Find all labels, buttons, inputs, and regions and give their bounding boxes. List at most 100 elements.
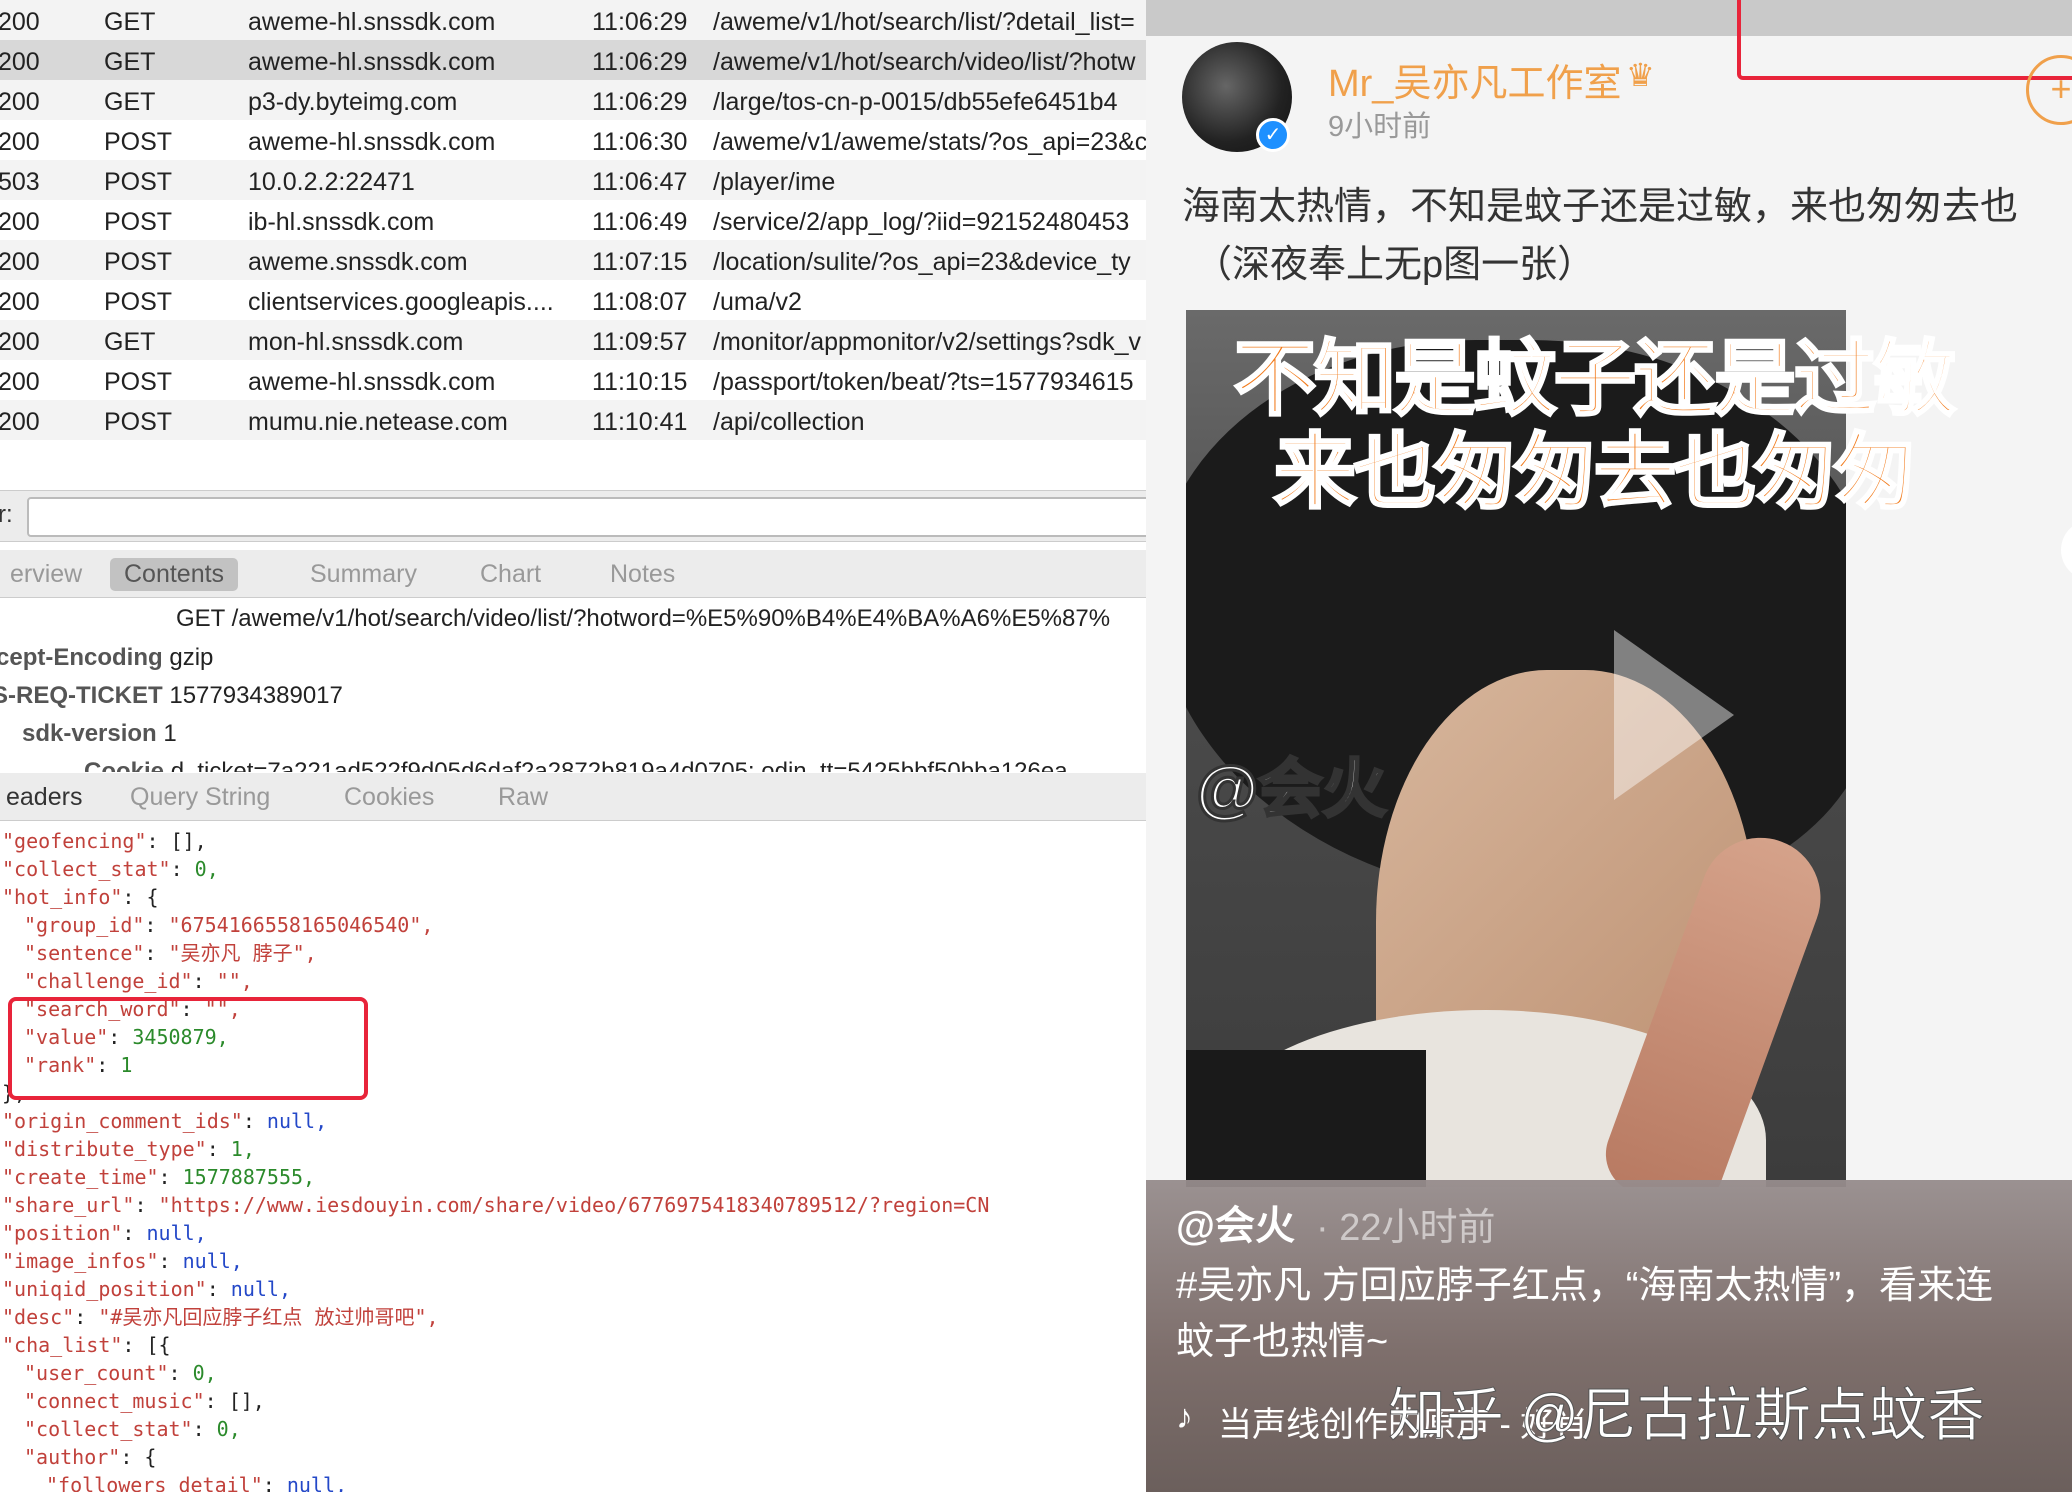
path-cell: /player/ime — [713, 168, 836, 196]
host-cell: clientservices.googleapis.... — [248, 288, 554, 316]
json-value: [{ — [146, 1333, 171, 1357]
table-row[interactable]: 200 POST ib-hl.snssdk.com 11:06:49/service/… — [0, 200, 1146, 240]
tab-raw[interactable]: Raw — [484, 781, 562, 814]
time-cell: 11:10:15 — [592, 368, 688, 396]
post-text-line: （深夜奉上无p图一张） — [1194, 244, 1596, 286]
json-value: 0, — [216, 1417, 241, 1441]
header-key: Cookie — [84, 758, 165, 772]
json-key: "collect_stat" — [24, 1417, 193, 1441]
photo-overlay-text: 来也匆匆去也匆匆 — [1272, 426, 1917, 520]
path-cell: /aweme/v1/aweme/stats/?os_api=23&c — [713, 128, 1146, 156]
table-row[interactable]: 503 POST 10.0.2.2:22471 11:06:47/player/ime — [0, 160, 1146, 200]
table-row[interactable]: 200 POST aweme.snssdk.com 11:07:15/location… — [0, 240, 1146, 280]
request-table: 200 GET aweme-hl.snssdk.com 11:06:29/aweme/… — [0, 0, 1146, 440]
json-line: "desc": "#吴亦凡回应脖子红点 放过帅哥吧", — [2, 1303, 439, 1331]
table-row[interactable]: 200 GET p3-dy.byteimg.com 11:06:29/large/to… — [0, 80, 1146, 120]
json-key: "create_time" — [2, 1165, 159, 1189]
highlight-annotation — [8, 997, 368, 1100]
json-key: "followers_detail" — [46, 1473, 263, 1492]
filter-label: r: — [0, 501, 13, 528]
json-key: "desc" — [2, 1305, 75, 1329]
tab-chart[interactable]: Chart — [466, 558, 555, 591]
path-cell: /large/tos-cn-p-0015/db55efe6451b4 — [713, 88, 1118, 116]
json-value: "#吴亦凡回应脖子红点 放过帅哥吧", — [98, 1305, 439, 1329]
method-cell: POST — [104, 288, 173, 316]
table-row[interactable]: 200 GET mon-hl.snssdk.com 11:09:57/monitor/… — [0, 320, 1146, 360]
header-value: 1 — [163, 720, 177, 747]
json-separator: : — [74, 1305, 99, 1329]
tab-contents[interactable]: Contents — [110, 558, 239, 591]
path-cell: /monitor/appmonitor/v2/settings?sdk_v — [713, 328, 1141, 356]
table-row[interactable]: 200 POST mumu.nie.netease.com 11:10:41/api/… — [0, 400, 1146, 440]
json-line: "geofencing": [], — [2, 827, 207, 855]
json-value: 0, — [194, 857, 219, 881]
method-cell: POST — [104, 248, 173, 276]
json-line: "distribute_type": 1, — [2, 1135, 255, 1163]
highlight-annotation-top — [1737, 0, 2072, 80]
table-row[interactable]: 200 POST aweme-hl.snssdk.com 11:06:30/aweme… — [0, 120, 1146, 160]
json-value: 0, — [192, 1361, 217, 1385]
host-cell: ib-hl.snssdk.com — [248, 208, 435, 236]
status-cell: 200 — [0, 48, 40, 76]
edge-button[interactable] — [2061, 520, 2072, 580]
header-row: cept-Encoding gzip — [0, 644, 213, 672]
host-cell: aweme-hl.snssdk.com — [248, 128, 496, 156]
json-separator: : — [170, 857, 195, 881]
tab-cookies[interactable]: Cookies — [330, 781, 448, 814]
tab-overview[interactable]: erview — [0, 558, 96, 591]
table-row[interactable]: 200 POST clientservices.googleapis.... 11:0… — [0, 280, 1146, 320]
table-row[interactable]: 200 GET aweme-hl.snssdk.com 11:06:29/aweme/… — [0, 0, 1146, 40]
header-key: cept-Encoding — [0, 644, 163, 671]
time-cell: 11:06:49 — [592, 208, 688, 236]
table-row[interactable]: 200 POST aweme-hl.snssdk.com 11:10:15/passp… — [0, 360, 1146, 400]
json-line: "user_count": 0, — [24, 1359, 217, 1387]
json-key: "image_infos" — [2, 1249, 159, 1273]
json-key: "origin_comment_ids" — [2, 1109, 243, 1133]
json-separator: : — [134, 1193, 159, 1217]
time-cell: 11:06:29 — [592, 8, 688, 36]
time-cell: 11:08:07 — [592, 288, 688, 316]
inspector-tabs: erview Contents Summary Chart Notes — [0, 550, 1146, 598]
play-icon[interactable] — [1614, 630, 1734, 800]
time-cell: 11:06:47 — [592, 168, 688, 196]
json-value: null, — [286, 1473, 348, 1492]
json-separator: : — [144, 941, 169, 965]
status-cell: 200 — [0, 88, 40, 116]
json-line: "collect_stat": 0, — [24, 1415, 241, 1443]
method-cell: GET — [104, 328, 156, 356]
header-row: Cookie d_ticket=7a221ad522f9d05d6daf2a28… — [84, 758, 1068, 772]
time-cell: 11:06:30 — [592, 128, 688, 156]
tab-query-string[interactable]: Query String — [116, 781, 284, 814]
json-key: "hot_info" — [2, 885, 123, 909]
json-line: "origin_comment_ids": null, — [2, 1107, 327, 1135]
music-note-icon: ♪ — [1176, 1398, 1193, 1436]
json-key: "cha_list" — [2, 1333, 123, 1357]
caption-time: · 22小时前 — [1316, 1207, 1496, 1249]
filter-input[interactable] — [27, 497, 1146, 537]
json-value: "https://www.iesdouyin.com/share/video/6… — [158, 1193, 990, 1217]
json-value: null, — [266, 1109, 328, 1133]
json-separator: : — [158, 1165, 183, 1189]
json-separator: : — [144, 913, 169, 937]
tab-summary[interactable]: Summary — [296, 558, 431, 591]
tab-headers[interactable]: eaders — [0, 781, 96, 814]
path-cell: /passport/token/beat/?ts=1577934615 — [713, 368, 1134, 396]
table-row[interactable]: 200 GET aweme-hl.snssdk.com 11:06:29/aweme/… — [0, 40, 1146, 80]
status-cell: 503 — [0, 168, 40, 196]
time-cell: 11:10:41 — [592, 408, 688, 436]
json-separator: : — [122, 1333, 147, 1357]
path-cell: /aweme/v1/hot/search/list/?detail_list= — [713, 8, 1135, 36]
path-cell: /service/2/app_log/?iid=92152480453 — [713, 208, 1130, 236]
path-cell: /uma/v2 — [713, 288, 802, 316]
tab-notes[interactable]: Notes — [596, 558, 689, 591]
post-username[interactable]: Mr_吴亦凡工作室 — [1328, 52, 1621, 107]
json-separator: : — [158, 1249, 183, 1273]
json-key: "uniqid_position" — [2, 1277, 207, 1301]
json-separator: : — [242, 1109, 267, 1133]
method-cell: GET — [104, 8, 156, 36]
header-row: S-REQ-TICKET 1577934389017 — [0, 682, 343, 710]
json-separator: : — [192, 1417, 217, 1441]
host-cell: mon-hl.snssdk.com — [248, 328, 464, 356]
caption-username[interactable]: @会火 — [1176, 1193, 1295, 1251]
json-line: "sentence": "吴亦凡 脖子", — [24, 939, 317, 967]
